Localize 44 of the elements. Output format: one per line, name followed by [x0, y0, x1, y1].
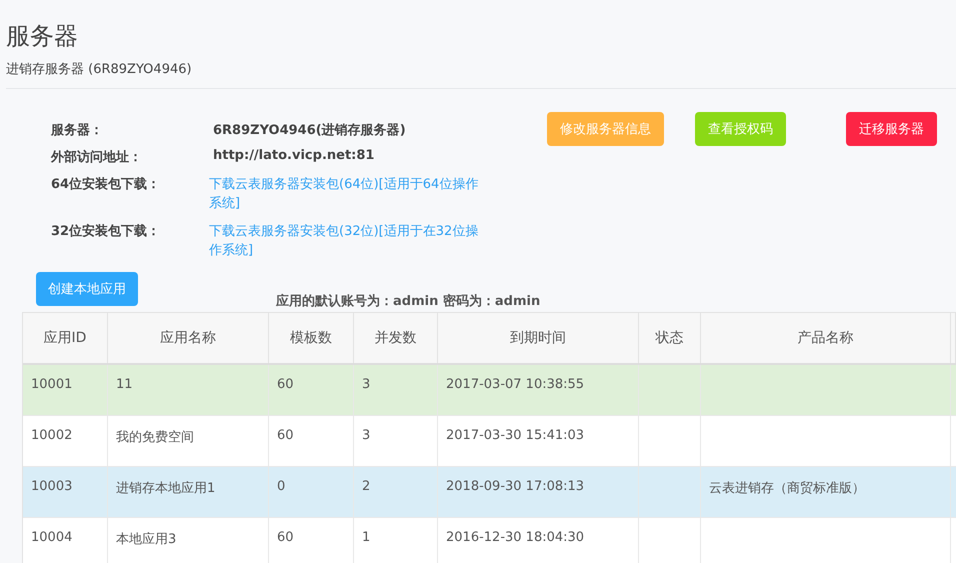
action-button[interactable]: 迁移服务器 [846, 112, 937, 146]
column-header: 产品名称 [701, 313, 951, 363]
table-cell: 10004 [31, 530, 72, 545]
field-label: 64位安装包下载： [51, 176, 162, 194]
table-cell: 1 [362, 530, 370, 545]
table-cell: 本地应用3 [116, 532, 176, 547]
column-header: 模板数 [269, 313, 354, 363]
table-cell: 2018-09-30 17:08:13 [446, 479, 584, 494]
table-cell: 11 [116, 377, 133, 392]
column-header: 到期时间 [438, 313, 639, 363]
table-cell: 10002 [31, 428, 72, 443]
table-cell: 进销存本地应用1 [116, 481, 216, 496]
field-label: 32位安装包下载： [51, 222, 162, 241]
field-label: 外部访问地址： [51, 148, 143, 166]
field-label: 服务器： [51, 122, 104, 139]
table-cell: 3 [362, 377, 370, 392]
table-cell: 60 [277, 377, 294, 392]
page-title: 服务器 [6, 21, 79, 52]
column-header: 应用名称 [108, 313, 269, 363]
table-cell: 云表进销存（商贸标准版） [709, 481, 865, 496]
download-link[interactable]: 下载云表服务器安装包(32位)[适用于在32位操作系统] [209, 222, 489, 260]
column-header: 并发数 [354, 313, 438, 363]
table-cell: 2017-03-07 10:38:55 [446, 377, 584, 392]
table-cell: 60 [277, 428, 294, 443]
download-link[interactable]: 下载云表服务器安装包(64位)[适用于64位操作系统] [209, 175, 489, 213]
table-cell: 10003 [31, 479, 72, 494]
table-row[interactable]: 10002 我的免费空间 60 3 2017-03-30 15:41:03 [23, 416, 956, 467]
table-cell: 3 [362, 428, 370, 443]
table-row[interactable]: 10001 11 60 3 2017-03-07 10:38:55 [23, 365, 956, 416]
table-cell: 60 [277, 530, 294, 545]
table-cell: 2 [362, 479, 370, 494]
table-cell: 我的免费空间 [116, 430, 194, 445]
default-account-note: 应用的默认账号为：admin 密码为：admin [276, 292, 540, 310]
table-cell: 2017-03-30 15:41:03 [446, 428, 584, 443]
table-cell: 10001 [31, 377, 72, 392]
table-row[interactable]: 10003 进销存本地应用1 0 2 2018-09-30 17:08:13 云表进销存（商贸标准版） [23, 467, 956, 518]
field-value: 6R89ZYO4946(进销存服务器) [212, 122, 406, 139]
table-cell: 2016-12-30 18:04:30 [446, 530, 584, 545]
field-value: http://lato.vicp.net:81 [212, 148, 374, 165]
page-subtitle: 进销存服务器 (6R89ZYO4946) [6, 61, 193, 78]
column-header: 应用ID [23, 313, 108, 363]
column-header: 状态 [639, 313, 701, 363]
table-cell: 0 [277, 479, 286, 494]
create-app-button[interactable]: 创建本地应用 [36, 272, 138, 306]
